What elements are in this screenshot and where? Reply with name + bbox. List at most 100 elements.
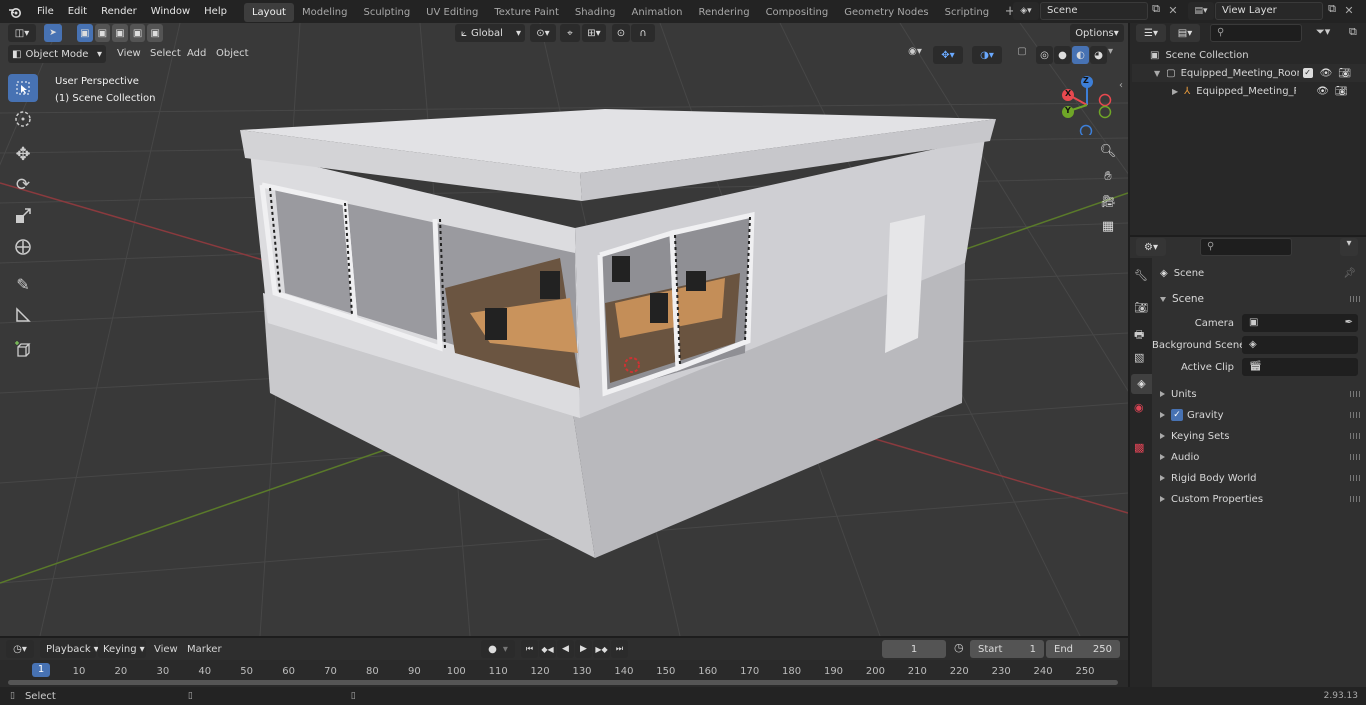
workspace-tab-layout[interactable]: Layout bbox=[243, 3, 294, 22]
output-tab-icon[interactable]: 🖶︎ bbox=[1134, 326, 1144, 345]
material-preview-icon[interactable]: ◐ bbox=[1072, 46, 1089, 64]
editor-type-button[interactable]: ◫▾ bbox=[8, 24, 36, 42]
workspace-tab-uv-editing[interactable]: UV Editing bbox=[418, 3, 486, 22]
camera-view-icon[interactable]: 🎥︎ bbox=[1097, 190, 1119, 212]
outliner-editor-type[interactable]: ☰▾ bbox=[1136, 24, 1166, 42]
drag-handle-icon[interactable] bbox=[1350, 412, 1360, 418]
blender-logo-icon[interactable] bbox=[0, 0, 30, 23]
menu-view[interactable]: View bbox=[117, 48, 141, 59]
section-units[interactable]: Units bbox=[1152, 384, 1366, 404]
selection-mode-icons[interactable]: ▣ ▣ ▣ ▣ ▣ bbox=[77, 24, 163, 42]
pin-icon[interactable]: 📌︎ bbox=[1343, 268, 1356, 279]
mode-extend-icon[interactable]: ▣ bbox=[94, 24, 111, 42]
drag-handle-icon[interactable] bbox=[1350, 433, 1360, 439]
perspective-toggle-icon[interactable]: ▦ bbox=[1097, 215, 1119, 237]
viewport-area[interactable]: User Perspective (1) Scene Collection bbox=[0, 23, 1128, 636]
workspace-tab-rendering[interactable]: Rendering bbox=[690, 3, 757, 22]
play-reverse-icon[interactable]: ◀ bbox=[557, 640, 574, 658]
drag-handle-icon[interactable] bbox=[1350, 475, 1360, 481]
mode-invert-icon[interactable]: ▣ bbox=[129, 24, 146, 42]
snap-target-dropdown[interactable]: ⊞▾ bbox=[582, 24, 606, 42]
outliner-item-object[interactable]: ▶ ⅄ Equipped_Meeting_Room 👁︎ 📷︎ bbox=[1132, 82, 1366, 100]
section-custom-properties[interactable]: Custom Properties bbox=[1152, 489, 1366, 509]
wireframe-shading-icon[interactable]: ◎ bbox=[1036, 46, 1053, 64]
mode-new-icon[interactable]: ▣ bbox=[77, 24, 93, 42]
viewport-scene[interactable] bbox=[0, 23, 1128, 636]
menu-file[interactable]: File bbox=[30, 0, 61, 23]
timeline-scrollbar[interactable] bbox=[8, 680, 1118, 685]
view-layer-icon[interactable]: ▤▾ bbox=[1188, 2, 1214, 20]
end-frame-field[interactable]: End 250 bbox=[1046, 640, 1120, 658]
outliner-item-collection[interactable]: ▼ ▢ Equipped_Meeting_Room_Wh ✓ 👁︎ 📷︎ bbox=[1132, 64, 1366, 82]
menu-render[interactable]: Render bbox=[94, 0, 144, 23]
mode-intersect-icon[interactable]: ▣ bbox=[147, 24, 163, 42]
next-keyframe-icon[interactable]: ▶◆ bbox=[593, 640, 610, 658]
render-camera-icon[interactable]: 📷︎ bbox=[1335, 86, 1348, 97]
workspace-tab-scripting[interactable]: Scripting bbox=[937, 3, 997, 22]
scale-tool-icon[interactable] bbox=[8, 202, 38, 230]
properties-search-input[interactable]: ⚲ bbox=[1200, 238, 1292, 256]
annotate-tool-icon[interactable]: ✎ bbox=[8, 270, 38, 298]
delete-scene-icon[interactable]: ✕ bbox=[1166, 2, 1180, 20]
solid-shading-icon[interactable]: ● bbox=[1054, 46, 1071, 64]
section-keying-sets[interactable]: Keying Sets bbox=[1152, 426, 1366, 446]
xray-toggle-icon[interactable]: ▢ bbox=[1014, 46, 1030, 64]
texture-tab-icon[interactable]: ▩ bbox=[1134, 441, 1144, 454]
keying-dropdown[interactable]: Keying ▾ bbox=[98, 640, 146, 658]
menu-window[interactable]: Window bbox=[144, 0, 197, 23]
preview-range-icon[interactable]: ◷ bbox=[954, 641, 964, 654]
new-collection-icon[interactable]: ⧉ bbox=[1349, 25, 1357, 39]
transform-tool-icon[interactable] bbox=[8, 233, 38, 261]
timeline-menu-marker[interactable]: Marker bbox=[187, 644, 222, 655]
filter-icon[interactable]: ⏷▾ bbox=[1316, 25, 1330, 39]
menu-select[interactable]: Select bbox=[150, 48, 181, 59]
zoom-view-icon[interactable]: 🔍︎ bbox=[1097, 140, 1119, 162]
section-rigid-body-world[interactable]: Rigid Body World bbox=[1152, 468, 1366, 488]
proportional-edit-icon[interactable]: ⊙ bbox=[612, 24, 630, 42]
object-mode-dropdown[interactable]: ◧ Object Mode ▾ bbox=[8, 45, 106, 63]
visibility-eye-icon[interactable]: 👁︎ bbox=[1320, 68, 1333, 79]
new-scene-icon[interactable]: ⧉ bbox=[1148, 2, 1164, 20]
falloff-icon[interactable]: ∩ bbox=[631, 24, 655, 42]
outliner-root-row[interactable]: ▣ Scene Collection bbox=[1132, 46, 1366, 64]
rotate-tool-icon[interactable]: ⟳ bbox=[8, 171, 38, 199]
eyedropper-icon[interactable]: ✒ bbox=[1345, 315, 1353, 331]
expand-arrow-icon[interactable]: ▶ bbox=[1172, 87, 1178, 96]
gravity-checkbox[interactable]: ✓ bbox=[1171, 409, 1183, 421]
scene-tab-icon[interactable]: ◈ bbox=[1131, 374, 1152, 394]
cursor-tool-icon[interactable] bbox=[8, 105, 38, 133]
menu-help[interactable]: Help bbox=[197, 0, 234, 23]
navigation-gizmo[interactable]: Z X Y bbox=[1057, 75, 1117, 138]
menu-object[interactable]: Object bbox=[216, 48, 249, 59]
workspace-tab-sculpting[interactable]: Sculpting bbox=[355, 3, 418, 22]
timeline-editor-type[interactable]: ◷▾ bbox=[6, 640, 34, 658]
active-clip-field[interactable]: 🎬︎ bbox=[1242, 358, 1358, 376]
new-view-layer-icon[interactable]: ⧉ bbox=[1324, 2, 1340, 20]
mode-subtract-icon[interactable]: ▣ bbox=[112, 24, 128, 42]
view-layer-field[interactable]: View Layer bbox=[1215, 2, 1323, 20]
properties-editor-type[interactable]: ⚙▾ bbox=[1136, 238, 1166, 256]
select-box-tool-icon[interactable] bbox=[8, 74, 38, 102]
display-mode-dropdown[interactable]: ▤▾ bbox=[1170, 24, 1200, 42]
snap-toggle-icon[interactable]: ⌖ bbox=[560, 24, 580, 42]
workspace-tab-compositing[interactable]: Compositing bbox=[758, 3, 837, 22]
jump-start-icon[interactable]: ⏮ bbox=[521, 640, 538, 658]
timeline-menu-view[interactable]: View bbox=[154, 644, 178, 655]
menu-add[interactable]: Add bbox=[187, 48, 206, 59]
properties-options-icon[interactable]: ▾ bbox=[1340, 238, 1358, 256]
tool-tab-icon[interactable]: 🔧︎ bbox=[1134, 269, 1148, 282]
render-camera-icon[interactable]: 📷︎ bbox=[1338, 68, 1351, 79]
options-dropdown[interactable]: Options ▾ bbox=[1070, 24, 1124, 42]
sidebar-toggle-icon[interactable]: ‹ bbox=[1119, 80, 1123, 91]
pivot-point-dropdown[interactable]: ⊙▾ bbox=[530, 24, 556, 42]
world-tab-icon[interactable]: ◉ bbox=[1134, 401, 1144, 414]
outliner-search-input[interactable]: ⚲ bbox=[1210, 24, 1302, 42]
start-frame-field[interactable]: Start 1 bbox=[970, 640, 1044, 658]
add-cube-tool-icon[interactable] bbox=[8, 336, 38, 364]
jump-end-icon[interactable]: ⏭ bbox=[611, 640, 628, 658]
drag-handle-icon[interactable] bbox=[1350, 496, 1360, 502]
drag-handle-icon[interactable] bbox=[1350, 296, 1360, 302]
overlay-toggle-icon[interactable]: ◑▾ bbox=[972, 46, 1002, 64]
camera-field[interactable]: ▣ ✒ bbox=[1242, 314, 1358, 332]
view-layer-tab-icon[interactable]: ▧ bbox=[1134, 351, 1144, 364]
